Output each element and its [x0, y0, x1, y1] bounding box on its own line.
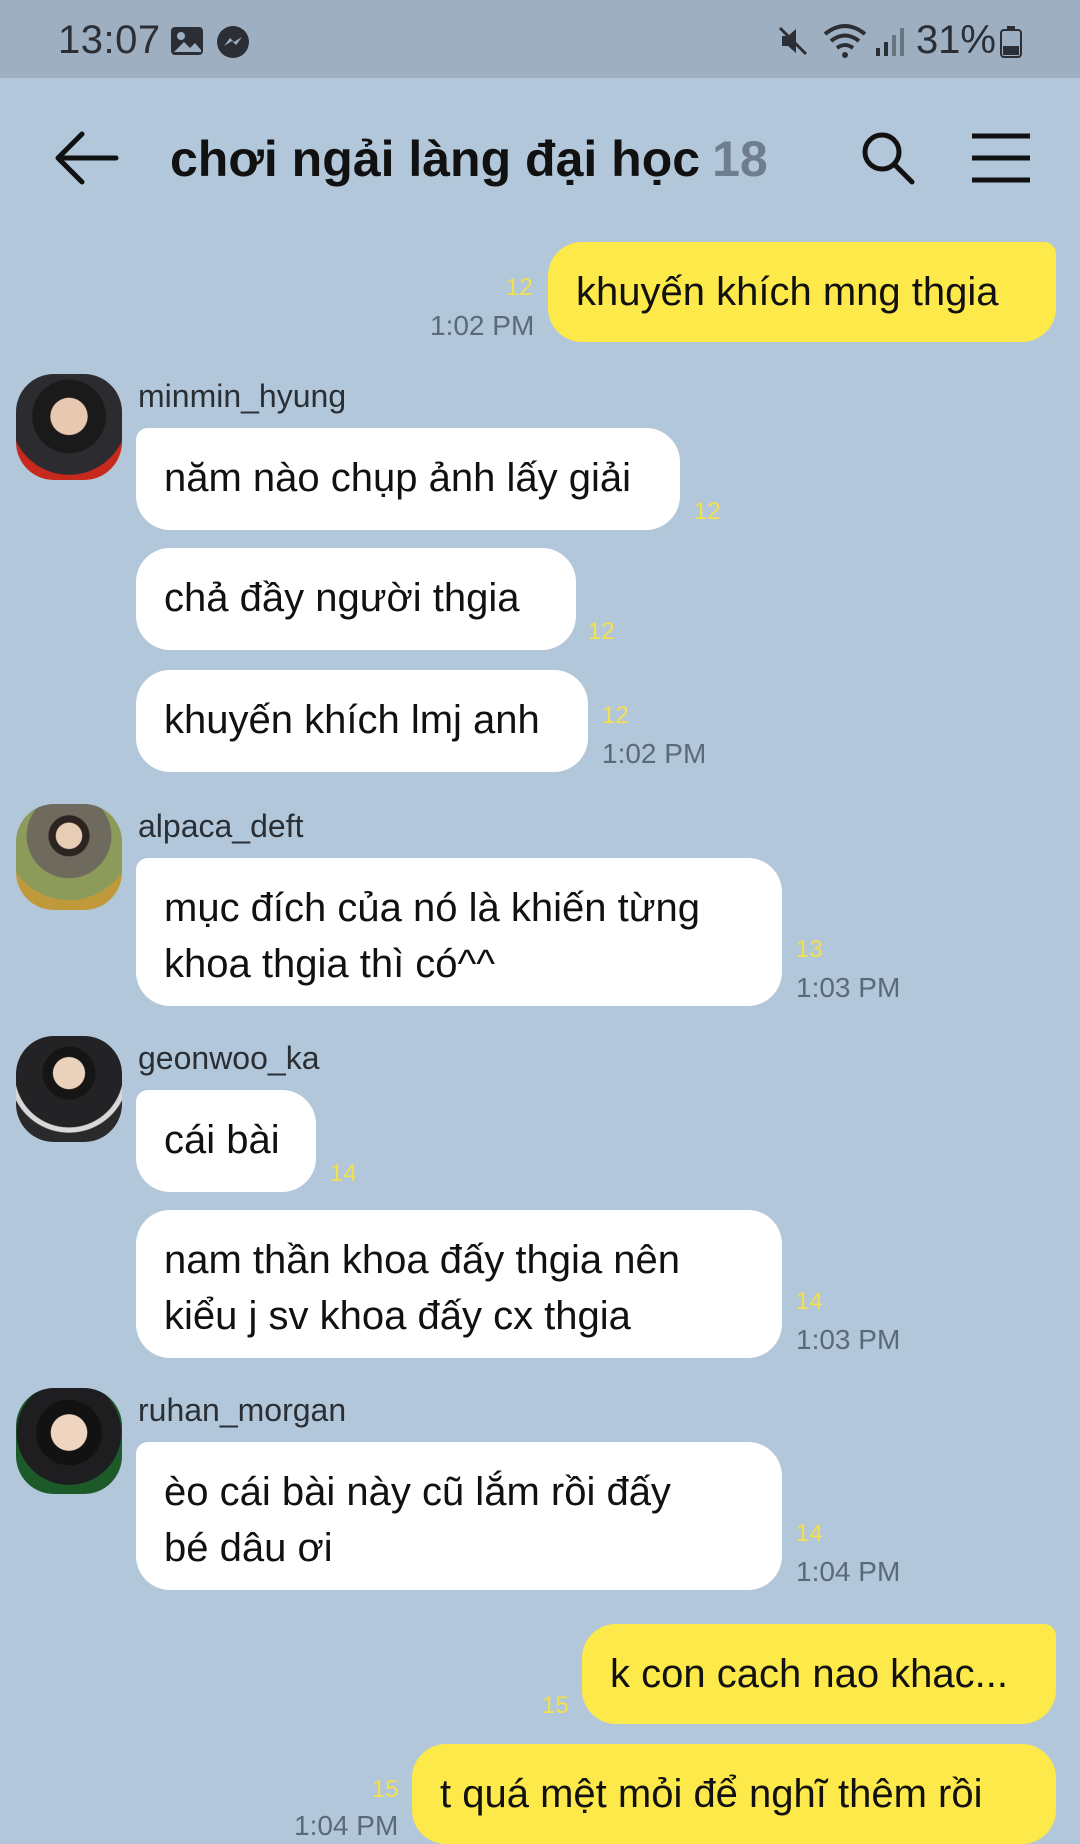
status-bar: 13:07 31% — [0, 0, 1080, 78]
wifi-icon — [822, 22, 868, 65]
unread-count: 15 — [372, 1776, 399, 1803]
chat-room-name: chơi ngải làng đại học — [170, 131, 701, 187]
message-text-line: nam thần khoa đấy thgia nên — [164, 1238, 680, 1282]
my-message-bubble[interactable]: khuyến khích mng thgia — [548, 242, 1056, 342]
avatar-alpaca-deft[interactable] — [16, 804, 122, 910]
signal-icon — [874, 26, 906, 63]
menu-button[interactable] — [970, 132, 1032, 184]
message-text: khuyến khích lmj anh — [164, 698, 540, 742]
unread-count: 12 — [506, 274, 533, 301]
message-time: 1:02 PM — [602, 738, 707, 769]
sender-name: ruhan_morgan — [138, 1392, 347, 1428]
search-icon — [862, 132, 915, 185]
unread-count: 12 — [602, 702, 629, 729]
my-message-bubble[interactable]: t quá mệt mỏi để nghĩ thêm rồi — [412, 1744, 1056, 1844]
status-time: 13:07 — [58, 18, 161, 62]
avatar-ruhan-morgan[interactable] — [16, 1388, 122, 1494]
sender-name: geonwoo_ka — [138, 1040, 320, 1076]
mute-icon — [776, 24, 810, 63]
chat-title: chơi ngải làng đại học 18 — [170, 130, 768, 188]
sender-name: minmin_hyung — [138, 378, 347, 414]
member-count: 18 — [712, 131, 768, 187]
message-time: 1:02 PM — [430, 310, 535, 341]
unread-count: 14 — [796, 1520, 823, 1547]
unread-count: 12 — [694, 498, 721, 525]
message-bubble[interactable]: cái bài — [136, 1090, 316, 1192]
unread-count: 14 — [330, 1160, 357, 1187]
message-text-line: bé dâu ơi — [164, 1526, 333, 1570]
message-time: 1:03 PM — [796, 972, 901, 1003]
message-bubble[interactable]: năm nào chụp ảnh lấy giải — [136, 428, 680, 530]
back-button[interactable] — [52, 130, 122, 186]
my-message-bubble[interactable]: k con cach nao khac... — [582, 1624, 1056, 1724]
unread-count: 14 — [796, 1288, 823, 1315]
message-bubble[interactable]: chả đầy người thgia — [136, 548, 576, 650]
battery-icon — [1000, 26, 1022, 63]
message-text: năm nào chụp ảnh lấy giải — [164, 456, 631, 500]
hamburger-menu-icon — [972, 133, 1030, 183]
message-text-line: mục đích của nó là khiến từng — [164, 886, 700, 930]
unread-count: 13 — [796, 936, 823, 963]
sender-name: alpaca_deft — [138, 808, 304, 844]
unread-count: 15 — [542, 1692, 569, 1719]
message-text: k con cach nao khac... — [610, 1652, 1009, 1696]
message-time: 1:03 PM — [796, 1324, 901, 1355]
message-bubble[interactable]: khuyến khích lmj anh — [136, 670, 588, 772]
back-arrow-icon — [55, 131, 119, 185]
message-text: t quá mệt mỏi để nghĩ thêm rồi — [440, 1772, 983, 1816]
unread-count: 12 — [588, 618, 615, 645]
message-time: 1:04 PM — [294, 1810, 399, 1841]
message-bubble[interactable]: mục đích của nó là khiến từng khoa thgia… — [136, 858, 782, 1006]
message-text: cái bài — [164, 1118, 280, 1162]
message-text-line: khoa thgia thì có^^ — [164, 942, 496, 986]
message-bubble[interactable]: nam thần khoa đấy thgia nên kiểu j sv kh… — [136, 1210, 782, 1358]
gallery-icon — [170, 26, 204, 61]
message-time: 1:04 PM — [796, 1556, 901, 1587]
message-text: chả đầy người thgia — [164, 576, 520, 620]
chat-header: chơi ngải làng đại học 18 — [0, 78, 1080, 238]
battery-percentage: 31% — [915, 18, 996, 62]
message-text-line: èo cái bài này cũ lắm rồi đấy — [164, 1470, 671, 1514]
avatar-minmin-hyung[interactable] — [16, 374, 122, 480]
search-button[interactable] — [860, 130, 916, 186]
message-text: khuyến khích mng thgia — [576, 270, 999, 314]
avatar-geonwoo-ka[interactable] — [16, 1036, 122, 1142]
messenger-icon — [216, 25, 250, 64]
message-text-line: kiểu j sv khoa đấy cx thgia — [164, 1294, 631, 1338]
message-bubble[interactable]: èo cái bài này cũ lắm rồi đấy bé dâu ơi — [136, 1442, 782, 1590]
